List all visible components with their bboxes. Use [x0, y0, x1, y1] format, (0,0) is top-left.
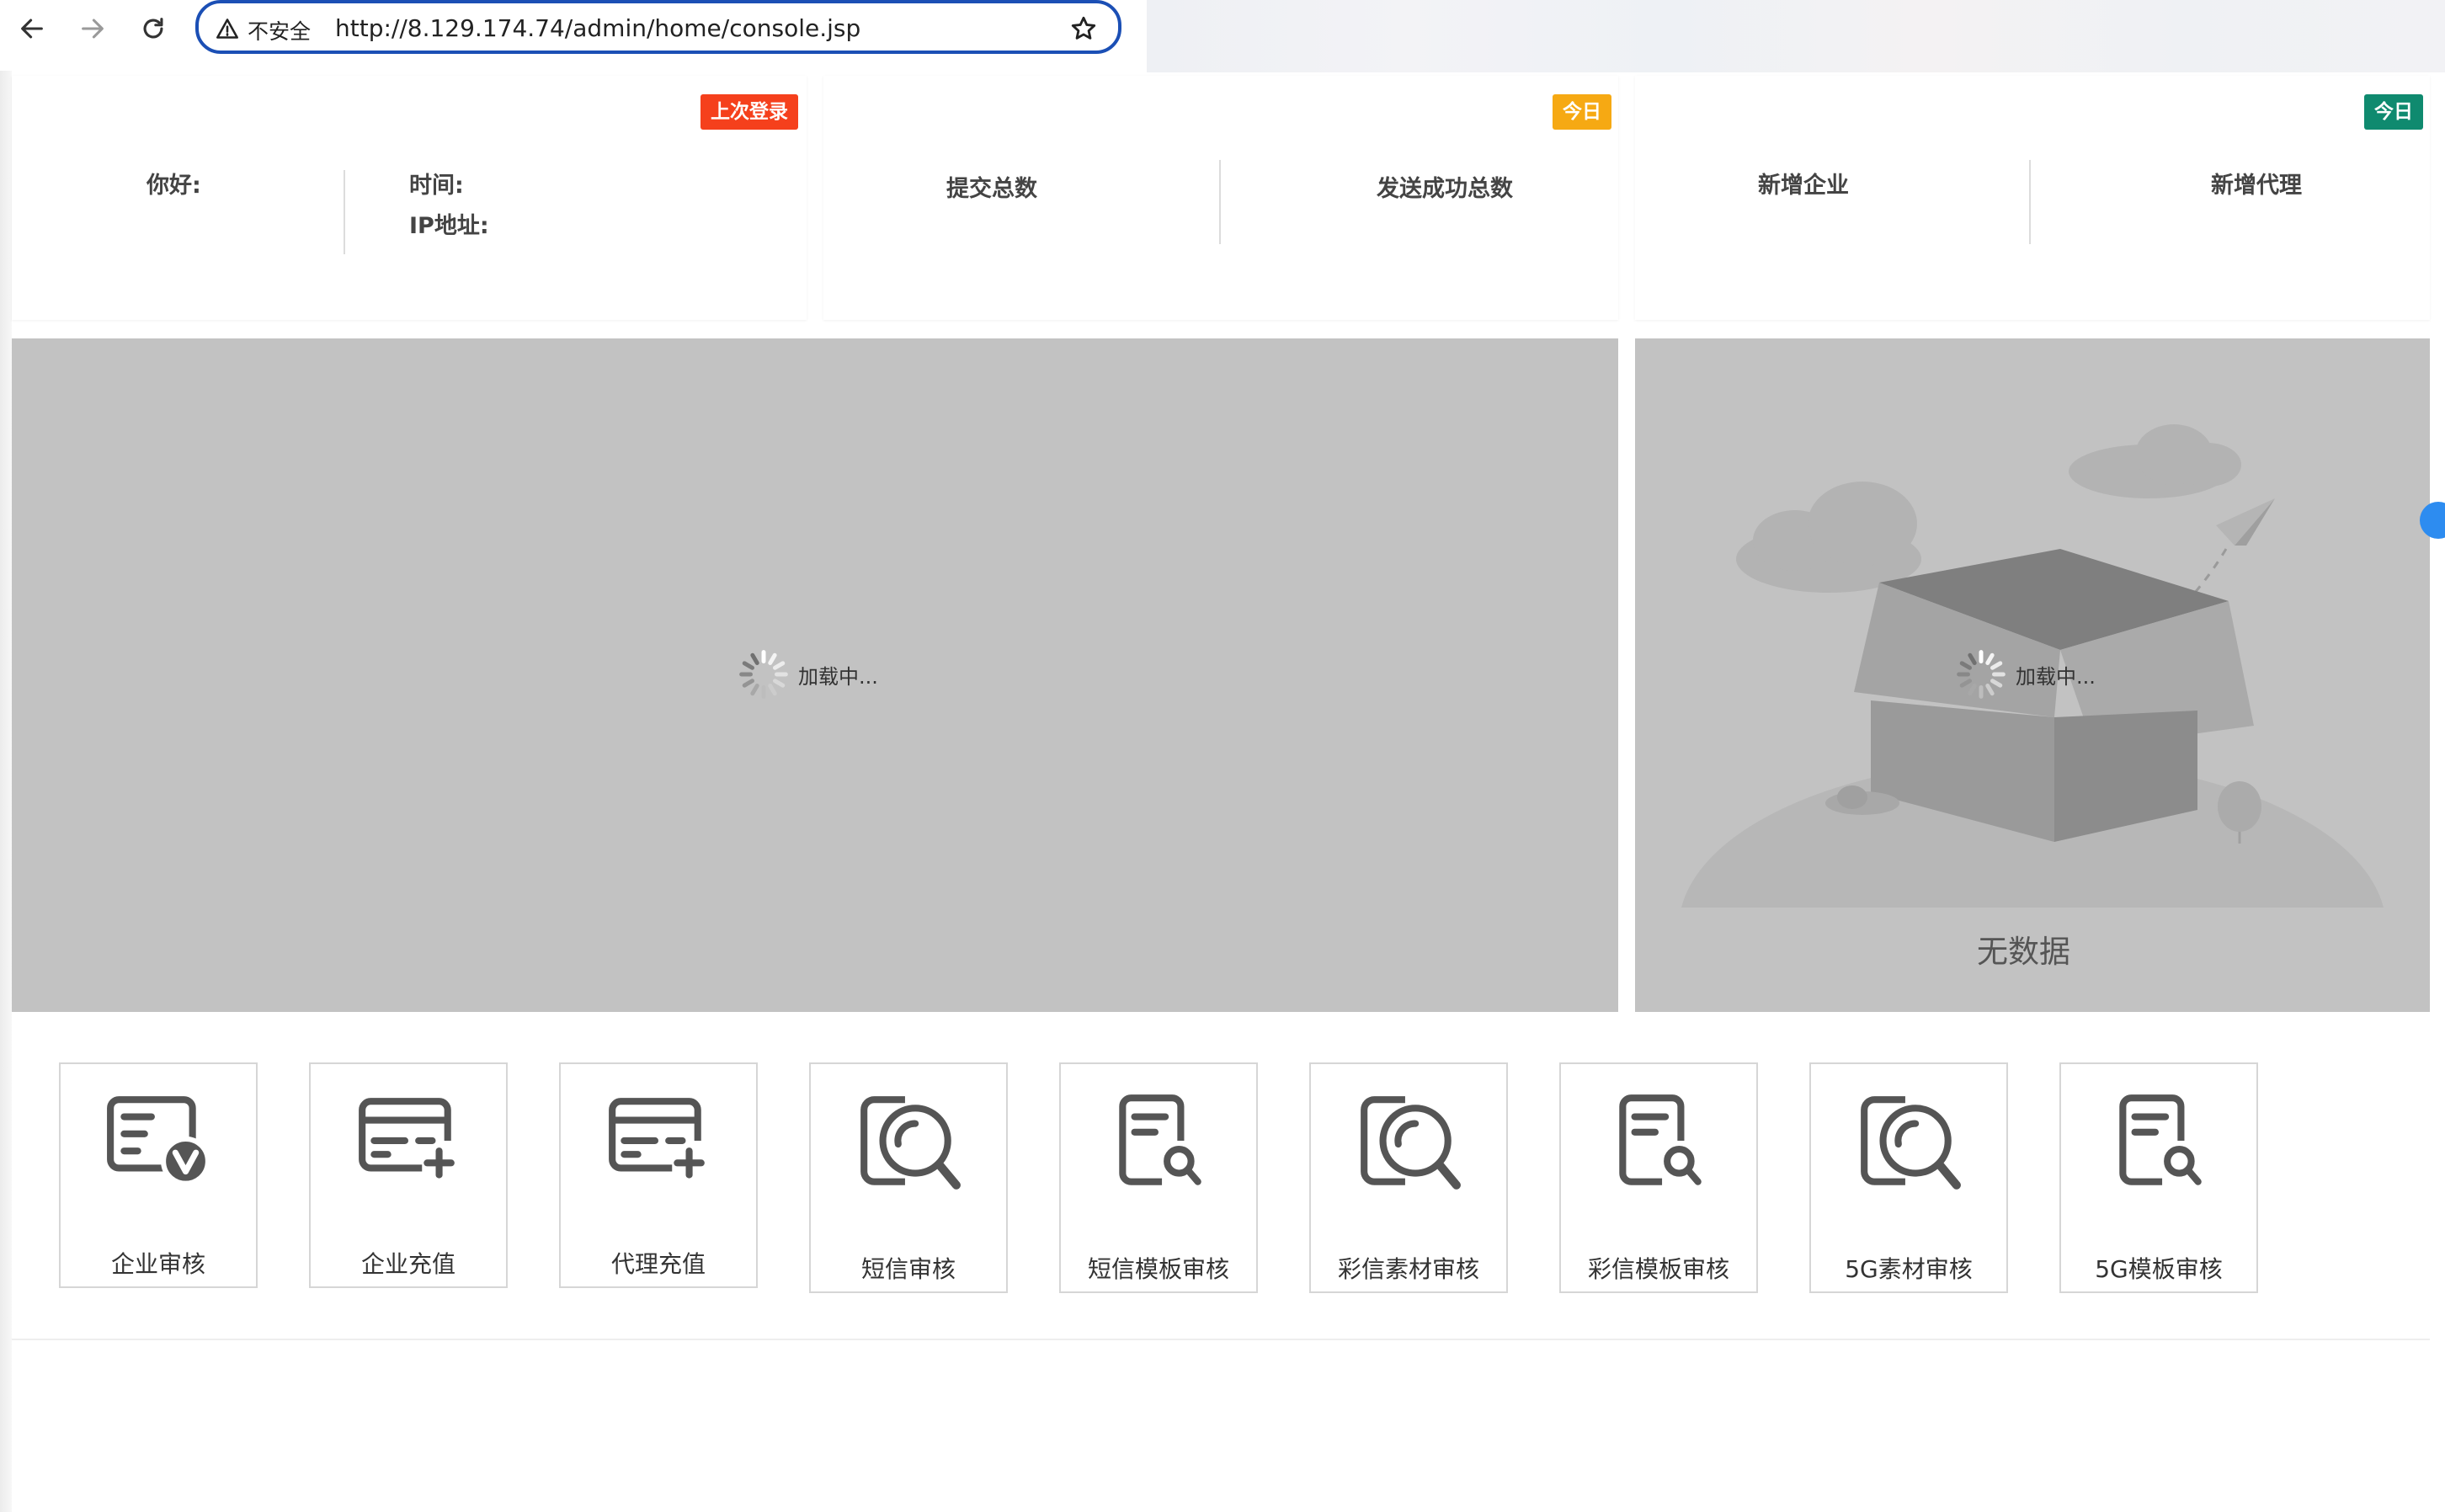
browser-toolbar: 不安全 http://8.129.174.74/admin/home/conso…: [0, 0, 2445, 72]
url-text[interactable]: http://8.129.174.74/admin/home/console.j…: [335, 14, 860, 42]
sms-today-card: 今日 提交总数 发送成功总数: [823, 76, 1618, 320]
reload-icon: [143, 18, 163, 39]
tile-label: 代理充值: [610, 1250, 706, 1278]
login-ip-label: IP地址:: [409, 213, 489, 239]
tile-label: 彩信素材审核: [1337, 1255, 1479, 1283]
back-button[interactable]: [12, 12, 52, 45]
search-frame-icon: [1361, 1096, 1461, 1190]
loading-indicator: 加载中...: [738, 648, 878, 700]
login-info-card: 上次登录 你好: 时间: IP地址:: [12, 76, 807, 320]
growth-today-card: 今日 新增企业 新增代理: [1635, 76, 2430, 320]
enterprise-verify-icon: [107, 1096, 210, 1186]
divider: [344, 170, 345, 254]
doc-search-icon: [1619, 1094, 1702, 1185]
divider: [1219, 160, 1221, 244]
new-enterprise-label: 新增企业: [1758, 173, 1849, 199]
no-data-text: 无数据: [1977, 934, 2070, 970]
loading-indicator: 加载中...: [1955, 648, 2096, 700]
sent-success-total-label: 发送成功总数: [1377, 176, 1513, 202]
reload-button[interactable]: [133, 12, 173, 45]
arrow-left-icon: [21, 19, 43, 39]
tile-enterprise-review[interactable]: 企业审核: [59, 1062, 258, 1288]
tile-label: 5G素材审核: [1845, 1255, 1973, 1283]
tile-label: 短信模板审核: [1087, 1255, 1229, 1283]
greeting-label: 你好:: [146, 173, 201, 199]
window-edge: [0, 71, 12, 1512]
divider: [2029, 160, 2031, 244]
security-label[interactable]: 不安全: [248, 15, 311, 45]
tile-5g-template-review[interactable]: 5G模板审核: [2059, 1062, 2258, 1293]
tile-label: 5G模板审核: [2095, 1255, 2223, 1283]
today-badge: 今日: [2364, 94, 2423, 130]
tile-5g-material-review[interactable]: 5G素材审核: [1809, 1062, 2008, 1293]
tile-mms-material-review[interactable]: 彩信素材审核: [1309, 1062, 1508, 1293]
tile-label: 彩信模板审核: [1587, 1255, 1729, 1283]
tile-sms-review[interactable]: 短信审核: [809, 1062, 1008, 1293]
card-add-icon: [609, 1098, 705, 1179]
tile-agent-recharge[interactable]: 代理充值: [559, 1062, 758, 1288]
tile-enterprise-recharge[interactable]: 企业充值: [309, 1062, 508, 1288]
tile-label: 企业审核: [110, 1250, 205, 1278]
bookmark-star-icon[interactable]: [1069, 14, 1098, 43]
forward-button[interactable]: [72, 12, 113, 45]
spinner-icon: [739, 650, 788, 699]
today-badge: 今日: [1553, 94, 1611, 130]
tile-label: 企业充值: [360, 1250, 455, 1278]
doc-search-icon: [2119, 1094, 2202, 1185]
card-add-icon: [359, 1098, 455, 1179]
last-login-badge: 上次登录: [700, 94, 798, 130]
loading-text: 加载中...: [798, 664, 878, 689]
submitted-total-label: 提交总数: [946, 176, 1037, 202]
new-agent-label: 新增代理: [2211, 173, 2302, 199]
spinner-icon: [1957, 650, 2006, 699]
tile-mms-template-review[interactable]: 彩信模板审核: [1559, 1062, 1758, 1293]
address-bar[interactable]: 不安全 http://8.129.174.74/admin/home/conso…: [195, 0, 1121, 54]
arrow-right-icon: [82, 19, 104, 39]
tile-label: 短信审核: [860, 1255, 956, 1283]
loading-text: 加载中...: [2016, 664, 2096, 689]
search-frame-icon: [1861, 1096, 1961, 1190]
login-time-label: 时间:: [409, 173, 464, 199]
toolbar-blurred-area: [1147, 0, 2445, 72]
search-frame-icon: [860, 1096, 961, 1190]
warning-icon[interactable]: [216, 17, 239, 40]
doc-search-icon: [1119, 1094, 1201, 1185]
tile-sms-template-review[interactable]: 短信模板审核: [1059, 1062, 1258, 1293]
shortcut-tiles-section: 企业审核 企业充值 代理充值 短信审核 短信模板审核 彩信素材审核 彩信模板审核…: [12, 1020, 2430, 1340]
